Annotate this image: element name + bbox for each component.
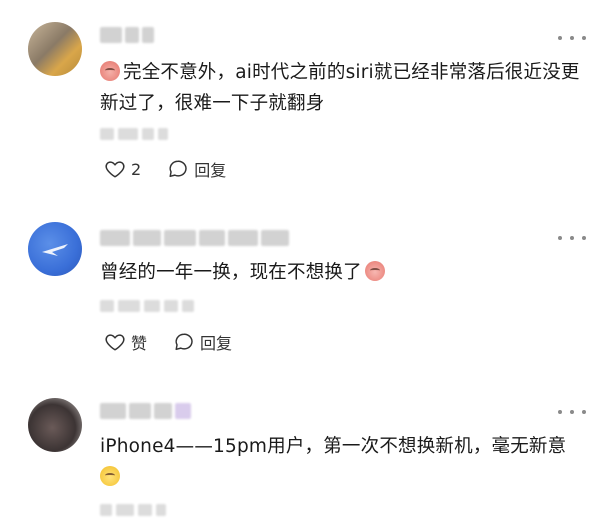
heart-icon bbox=[105, 334, 125, 351]
avatar[interactable] bbox=[28, 222, 82, 276]
timestamp-blurred bbox=[100, 300, 194, 312]
comment-text: 曾经的一年一换，现在不想换了 bbox=[100, 257, 586, 288]
comment-text: 完全不意外，ai时代之前的siri就已经非常落后很近没更新过了，很难一下子就翻身 bbox=[100, 61, 580, 114]
airplane-icon bbox=[42, 244, 68, 256]
username-blurred[interactable] bbox=[100, 403, 191, 421]
avatar[interactable] bbox=[28, 22, 82, 76]
reply-button[interactable]: 回复 bbox=[173, 330, 232, 354]
comment-actions: 2 回复 bbox=[104, 157, 252, 181]
more-options-icon[interactable] bbox=[558, 230, 586, 246]
like-button[interactable]: 赞 bbox=[104, 330, 147, 354]
comment-text: iPhone4——15pm用户，第一次不想换新机，毫无新意 bbox=[100, 431, 586, 493]
comment-actions: 赞 回复 bbox=[104, 330, 258, 354]
username-blurred[interactable] bbox=[100, 230, 289, 248]
more-options-icon[interactable] bbox=[558, 404, 586, 420]
reply-button[interactable]: 回复 bbox=[167, 157, 226, 181]
comment-bubble-icon bbox=[169, 160, 187, 178]
sad-emoji-icon bbox=[100, 61, 120, 81]
yum-emoji-icon bbox=[100, 466, 120, 486]
reply-label: 回复 bbox=[200, 334, 233, 353]
more-options-icon[interactable] bbox=[558, 30, 586, 46]
reply-label: 回复 bbox=[194, 161, 227, 180]
like-button[interactable]: 2 bbox=[104, 158, 141, 180]
heart-icon bbox=[105, 161, 125, 178]
avatar[interactable] bbox=[28, 398, 82, 452]
like-label: 赞 bbox=[131, 334, 148, 353]
comment-bubble-icon bbox=[175, 333, 193, 351]
like-count: 2 bbox=[131, 159, 142, 179]
timestamp-blurred bbox=[100, 128, 168, 140]
crying-emoji-icon bbox=[364, 261, 385, 281]
username-blurred[interactable] bbox=[100, 27, 154, 45]
timestamp-blurred bbox=[100, 504, 166, 516]
